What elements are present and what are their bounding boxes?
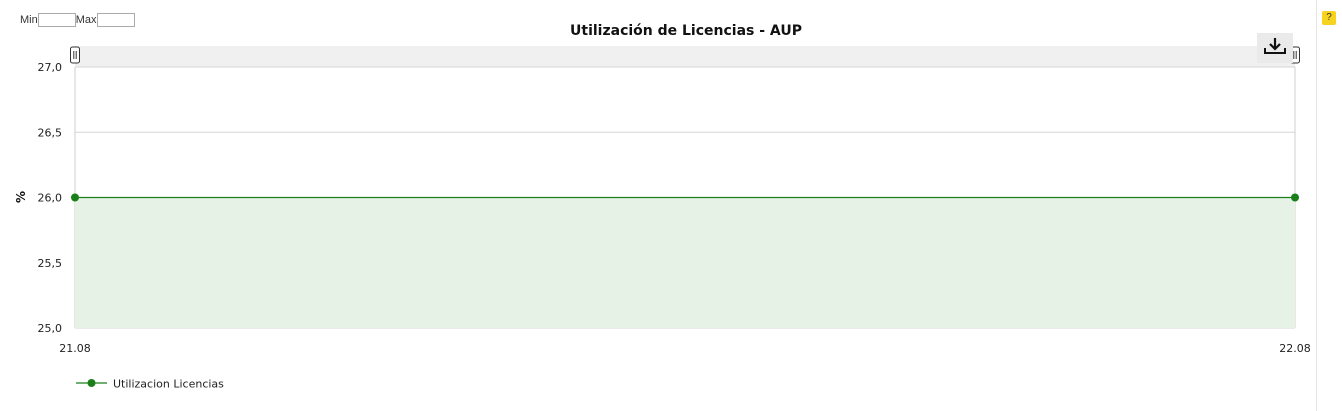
y-tick-label: 25,5 [38,257,63,270]
y-tick-label: 25,0 [38,322,63,335]
navigator-handle-left-grip[interactable] [70,46,80,64]
y-axis-label: % [14,191,28,203]
legend-label[interactable]: Utilizacion Licencias [113,378,224,391]
y-tick-label: 26,5 [38,126,63,139]
series-fill [75,197,1295,328]
y-tick-label: 27,0 [38,61,63,74]
series-area [75,197,1295,328]
legend-marker [87,379,96,387]
data-point[interactable] [71,193,79,202]
data-point[interactable] [1291,193,1299,202]
legend[interactable]: Utilizacion Licencias [76,378,224,391]
navigator-handle-left[interactable] [70,46,80,64]
navigator-band [75,46,1295,67]
range-navigator [70,46,1300,67]
help-button[interactable]: ? [1322,11,1336,25]
download-button[interactable] [1257,33,1293,63]
y-tick-label: 26,0 [38,192,63,205]
chart: 25,0 25,5 26,0 26,5 27,0 21.08 22.08 % Utiliz… [14,33,1311,391]
page-divider [1316,0,1317,411]
x-axis-ticks: 21.08 22.08 [59,342,1311,355]
x-tick-label: 22.08 [1279,342,1311,355]
y-axis-ticks: 25,0 25,5 26,0 26,5 27,0 [38,61,63,335]
x-tick-label: 21.08 [59,342,91,355]
